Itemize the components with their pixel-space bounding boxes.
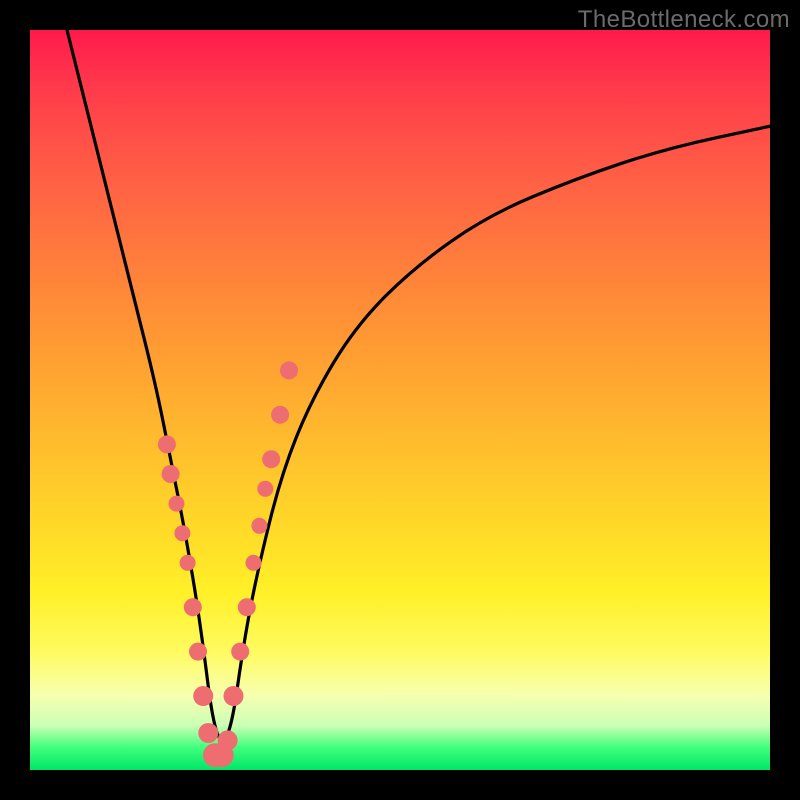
chart-svg (30, 30, 770, 770)
marker-dot (271, 406, 289, 424)
marker-dot (257, 481, 273, 497)
bottleneck-curve (67, 30, 770, 740)
marker-dot (224, 686, 244, 706)
marker-dot (180, 555, 196, 571)
marker-dot (262, 450, 280, 468)
highlight-markers (158, 361, 298, 767)
marker-dot (251, 518, 267, 534)
marker-dot (198, 723, 218, 743)
marker-dot (169, 496, 185, 512)
marker-dot (174, 525, 190, 541)
marker-dot (218, 730, 238, 750)
marker-dot (184, 598, 202, 616)
plot-area (30, 30, 770, 770)
marker-dot (189, 643, 207, 661)
marker-dot (162, 465, 180, 483)
marker-dot (246, 555, 262, 571)
marker-dot (193, 686, 213, 706)
marker-dot (158, 435, 176, 453)
outer-frame: TheBottleneck.com (0, 0, 800, 800)
marker-dot (231, 643, 249, 661)
marker-dot (280, 361, 298, 379)
marker-dot (238, 598, 256, 616)
